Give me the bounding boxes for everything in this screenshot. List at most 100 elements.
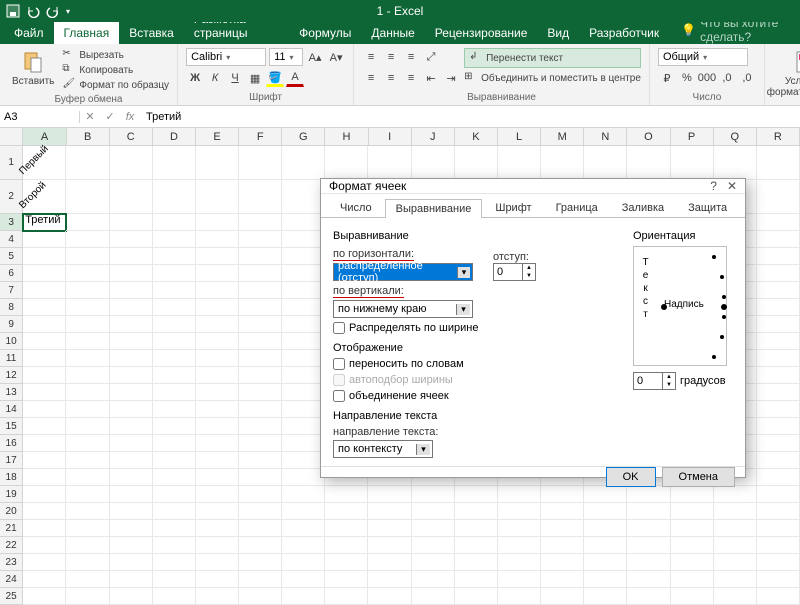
cell[interactable] [66,299,109,316]
cell[interactable] [455,146,498,180]
cell[interactable] [627,554,670,571]
tab-data[interactable]: Данные [361,22,424,44]
cell[interactable] [110,316,153,333]
cell[interactable] [757,418,800,435]
cell[interactable] [498,146,541,180]
cell[interactable] [110,214,153,231]
cell[interactable] [66,384,109,401]
cell[interactable] [714,588,757,605]
cell[interactable] [498,571,541,588]
cell[interactable] [627,571,670,588]
col-header[interactable]: E [196,128,239,145]
cell[interactable] [23,486,66,503]
cell[interactable] [282,231,325,248]
decrease-indent-button[interactable]: ⇤ [422,69,440,87]
cell[interactable] [23,299,66,316]
cell[interactable] [196,265,239,282]
cell[interactable] [66,452,109,469]
cell[interactable] [282,316,325,333]
cell[interactable] [196,384,239,401]
cell[interactable] [23,367,66,384]
cell[interactable] [584,520,627,537]
cell[interactable] [153,180,196,214]
cell[interactable] [239,571,282,588]
row-header[interactable]: 23 [0,554,23,571]
cell[interactable] [153,520,196,537]
orientation-preview[interactable]: Текст Надпись [633,246,727,366]
cell[interactable] [282,503,325,520]
row-header[interactable]: 21 [0,520,23,537]
cell[interactable] [368,503,411,520]
cell[interactable] [455,486,498,503]
cell[interactable] [66,554,109,571]
cell[interactable] [757,469,800,486]
cell[interactable] [671,571,714,588]
format-painter-button[interactable]: 🖌Формат по образцу [62,78,169,92]
cell[interactable] [196,503,239,520]
cell[interactable] [325,571,368,588]
cell[interactable] [110,554,153,571]
cell[interactable] [282,571,325,588]
cell[interactable] [239,401,282,418]
cell[interactable] [757,435,800,452]
cell[interactable] [498,537,541,554]
cell[interactable] [66,316,109,333]
cell[interactable] [196,469,239,486]
row-header[interactable]: 17 [0,452,23,469]
cell[interactable] [66,265,109,282]
cell[interactable] [498,503,541,520]
cell[interactable] [541,486,584,503]
cell[interactable] [110,486,153,503]
cell[interactable] [455,520,498,537]
cell[interactable] [757,588,800,605]
cell[interactable] [412,520,455,537]
tab-developer[interactable]: Разработчик [579,22,669,44]
row-header[interactable]: 1 [0,146,23,180]
cell[interactable] [412,571,455,588]
select-all-corner[interactable] [0,128,23,145]
font-color-button[interactable]: A [286,69,304,87]
cell[interactable] [110,418,153,435]
cell[interactable] [110,588,153,605]
cell[interactable] [368,588,411,605]
cell[interactable] [541,554,584,571]
cell[interactable] [196,571,239,588]
cell[interactable] [498,588,541,605]
cell[interactable] [66,588,109,605]
cell[interactable] [757,367,800,384]
cell[interactable] [541,520,584,537]
cell[interactable] [239,418,282,435]
save-icon[interactable] [6,4,20,18]
cell[interactable] [239,231,282,248]
percent-button[interactable]: % [678,69,696,87]
cell[interactable] [671,554,714,571]
cell[interactable] [196,231,239,248]
cell[interactable] [66,486,109,503]
cell[interactable] [368,571,411,588]
cell[interactable] [23,418,66,435]
col-header[interactable]: B [67,128,110,145]
cell[interactable] [541,588,584,605]
cell[interactable] [584,503,627,520]
spin-up-icon[interactable]: ▲ [663,373,675,381]
cell[interactable] [239,214,282,231]
merge-checkbox[interactable] [333,390,345,402]
cell[interactable] [325,146,368,180]
cell[interactable] [196,316,239,333]
cell[interactable] [196,282,239,299]
cell[interactable] [196,401,239,418]
cut-button[interactable]: ✂Вырезать [62,48,169,62]
cell[interactable] [282,452,325,469]
close-icon[interactable]: ✕ [727,179,737,193]
align-right-button[interactable]: ≡ [402,69,420,87]
cell[interactable] [671,520,714,537]
cell[interactable] [196,537,239,554]
cell[interactable] [153,486,196,503]
enter-formula-icon[interactable]: ✓ [100,110,120,123]
col-header[interactable]: M [541,128,584,145]
indent-input[interactable] [494,266,522,278]
spin-down-icon[interactable]: ▼ [663,381,675,389]
row-header[interactable]: 20 [0,503,23,520]
cell[interactable] [757,265,800,282]
cell[interactable] [671,588,714,605]
